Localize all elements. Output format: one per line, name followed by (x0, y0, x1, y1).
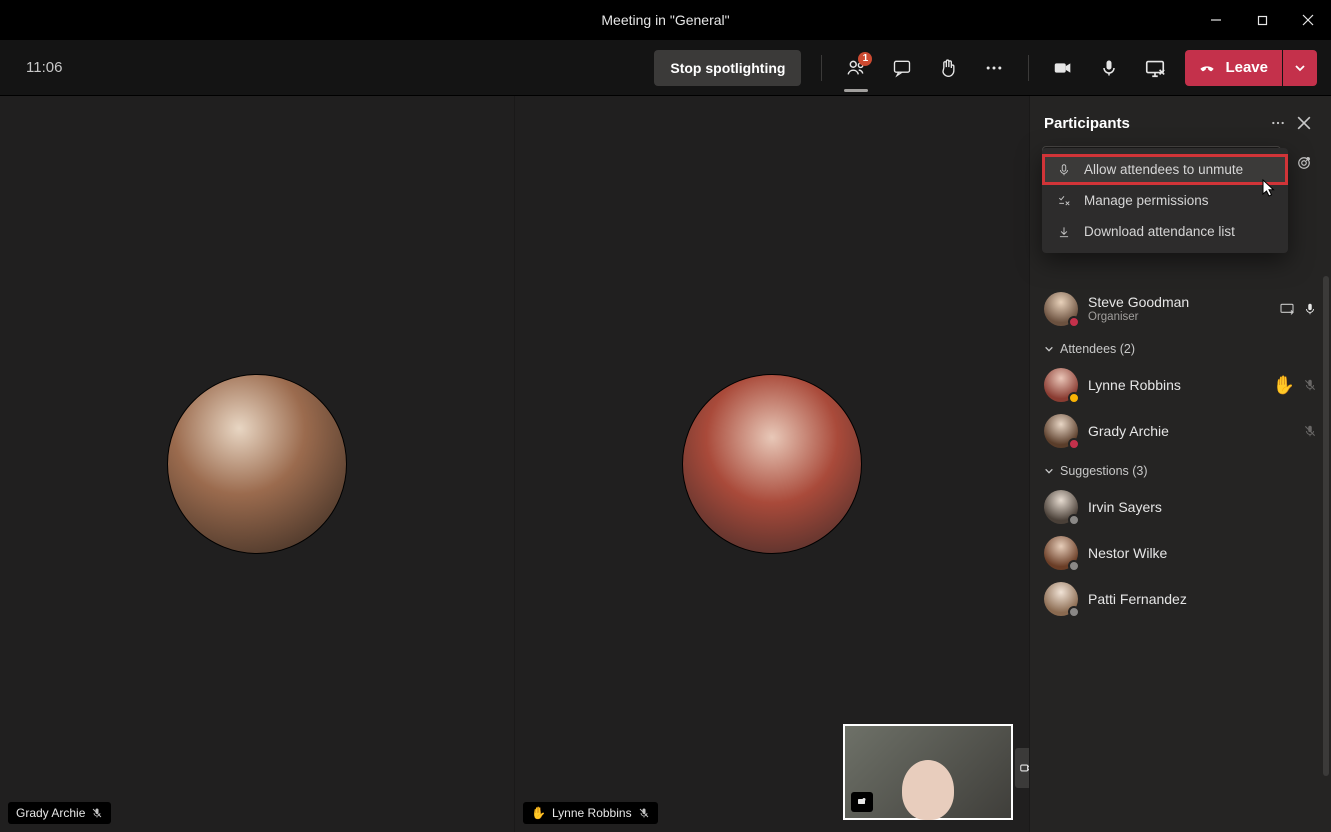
leave-label: Leave (1225, 59, 1268, 76)
participant-name: Irvin Sayers (1088, 499, 1317, 516)
panel-title: Participants (1044, 115, 1265, 132)
presence-busy-icon (1068, 316, 1080, 328)
panel-close-button[interactable] (1291, 110, 1317, 136)
presence-offline-icon (1068, 560, 1080, 572)
mic-icon (1056, 163, 1072, 177)
self-pin-icon[interactable] (851, 792, 873, 812)
participant-row[interactable]: Grady Archie (1030, 408, 1331, 454)
more-actions-button[interactable] (974, 48, 1014, 88)
mic-button[interactable] (1089, 48, 1129, 88)
participant-name: Nestor Wilke (1088, 545, 1317, 562)
participant-tile[interactable]: ✋ Lynne Robbins (515, 96, 1029, 832)
chevron-down-icon (1294, 62, 1306, 74)
avatar (1044, 414, 1078, 448)
share-button[interactable] (1135, 48, 1175, 88)
hangup-icon (1197, 58, 1217, 78)
tile-name: Lynne Robbins (552, 806, 632, 820)
avatar (167, 374, 347, 554)
avatar (1044, 582, 1078, 616)
participants-panel: Participants Allow attendees to unmute (1029, 96, 1331, 832)
stop-spotlighting-button[interactable]: Stop spotlighting (654, 50, 801, 86)
chevron-down-icon (1044, 344, 1054, 354)
avatar (1044, 292, 1078, 326)
raise-hand-button[interactable] (928, 48, 968, 88)
chevron-down-icon (1044, 466, 1054, 476)
self-view[interactable] (843, 724, 1013, 820)
tile-nameplate: ✋ Lynne Robbins (523, 802, 658, 824)
allow-attendees-unmute-item[interactable]: Allow attendees to unmute (1042, 154, 1288, 185)
participant-name: Patti Fernandez (1088, 591, 1317, 608)
presence-busy-icon (1068, 438, 1080, 450)
hand-raised-icon: ✋ (1273, 375, 1295, 396)
window-controls (1193, 0, 1331, 40)
participant-name: Grady Archie (1088, 423, 1293, 440)
window-title: Meeting in "General" (601, 12, 729, 28)
checklist-icon (1056, 194, 1072, 208)
panel-more-button[interactable] (1265, 110, 1291, 136)
maximize-button[interactable] (1239, 0, 1285, 40)
mic-muted-icon (1303, 378, 1317, 392)
suggestions-section-header[interactable]: Suggestions (3) (1030, 454, 1331, 484)
avatar (1044, 368, 1078, 402)
titlebar: Meeting in "General" (0, 0, 1331, 40)
section-label: Suggestions (3) (1060, 464, 1148, 478)
menu-label: Download attendance list (1084, 224, 1235, 239)
menu-label: Manage permissions (1084, 193, 1209, 208)
content: Grady Archie ✋ Lynne Robbins (0, 96, 1331, 832)
participant-tile[interactable]: Grady Archie (0, 96, 515, 832)
participant-role: Organiser (1088, 311, 1269, 325)
presence-offline-icon (1068, 514, 1080, 526)
hand-raised-icon: ✋ (531, 806, 546, 820)
avatar (682, 374, 862, 554)
download-attendance-item[interactable]: Download attendance list (1042, 216, 1288, 247)
suggestion-row[interactable]: Patti Fernandez (1030, 576, 1331, 622)
video-stage: Grady Archie ✋ Lynne Robbins (0, 96, 1029, 832)
participant-row-organiser[interactable]: Steve Goodman Organiser (1030, 286, 1331, 332)
section-label: Attendees (2) (1060, 342, 1135, 356)
mic-muted-icon (91, 807, 103, 819)
self-avatar (902, 760, 954, 820)
close-button[interactable] (1285, 0, 1331, 40)
chat-button[interactable] (882, 48, 922, 88)
people-badge: 1 (858, 52, 872, 66)
download-icon (1056, 225, 1072, 239)
leave-button[interactable]: Leave (1185, 50, 1282, 86)
presence-offline-icon (1068, 606, 1080, 618)
minimize-button[interactable] (1193, 0, 1239, 40)
tile-name: Grady Archie (16, 806, 85, 820)
presence-away-icon (1068, 392, 1080, 404)
manage-permissions-item[interactable]: Manage permissions (1042, 185, 1288, 216)
menu-label: Allow attendees to unmute (1084, 162, 1243, 177)
participant-row[interactable]: Lynne Robbins ✋ (1030, 362, 1331, 408)
meeting-timer: 11:06 (26, 59, 62, 76)
participant-name: Steve Goodman (1088, 294, 1269, 311)
suggestion-row[interactable]: Nestor Wilke (1030, 530, 1331, 576)
avatar (1044, 536, 1078, 570)
share-screen-icon (1279, 301, 1295, 317)
people-button[interactable]: 1 (836, 48, 876, 88)
meeting-toolbar: 11:06 Stop spotlighting 1 Leave (0, 40, 1331, 96)
tile-nameplate: Grady Archie (8, 802, 111, 824)
avatar (1044, 490, 1078, 524)
attendees-section-header[interactable]: Attendees (2) (1030, 332, 1331, 362)
scrollbar[interactable] (1323, 276, 1329, 776)
camera-button[interactable] (1043, 48, 1083, 88)
mic-on-icon (1303, 302, 1317, 316)
mic-muted-icon (638, 807, 650, 819)
suggestion-row[interactable]: Irvin Sayers (1030, 484, 1331, 530)
share-invite-button[interactable] (1289, 148, 1319, 178)
mic-muted-icon (1303, 424, 1317, 438)
leave-options-button[interactable] (1283, 50, 1317, 86)
participant-name: Lynne Robbins (1088, 377, 1263, 394)
participants-options-menu: Allow attendees to unmute Manage permiss… (1042, 148, 1288, 253)
